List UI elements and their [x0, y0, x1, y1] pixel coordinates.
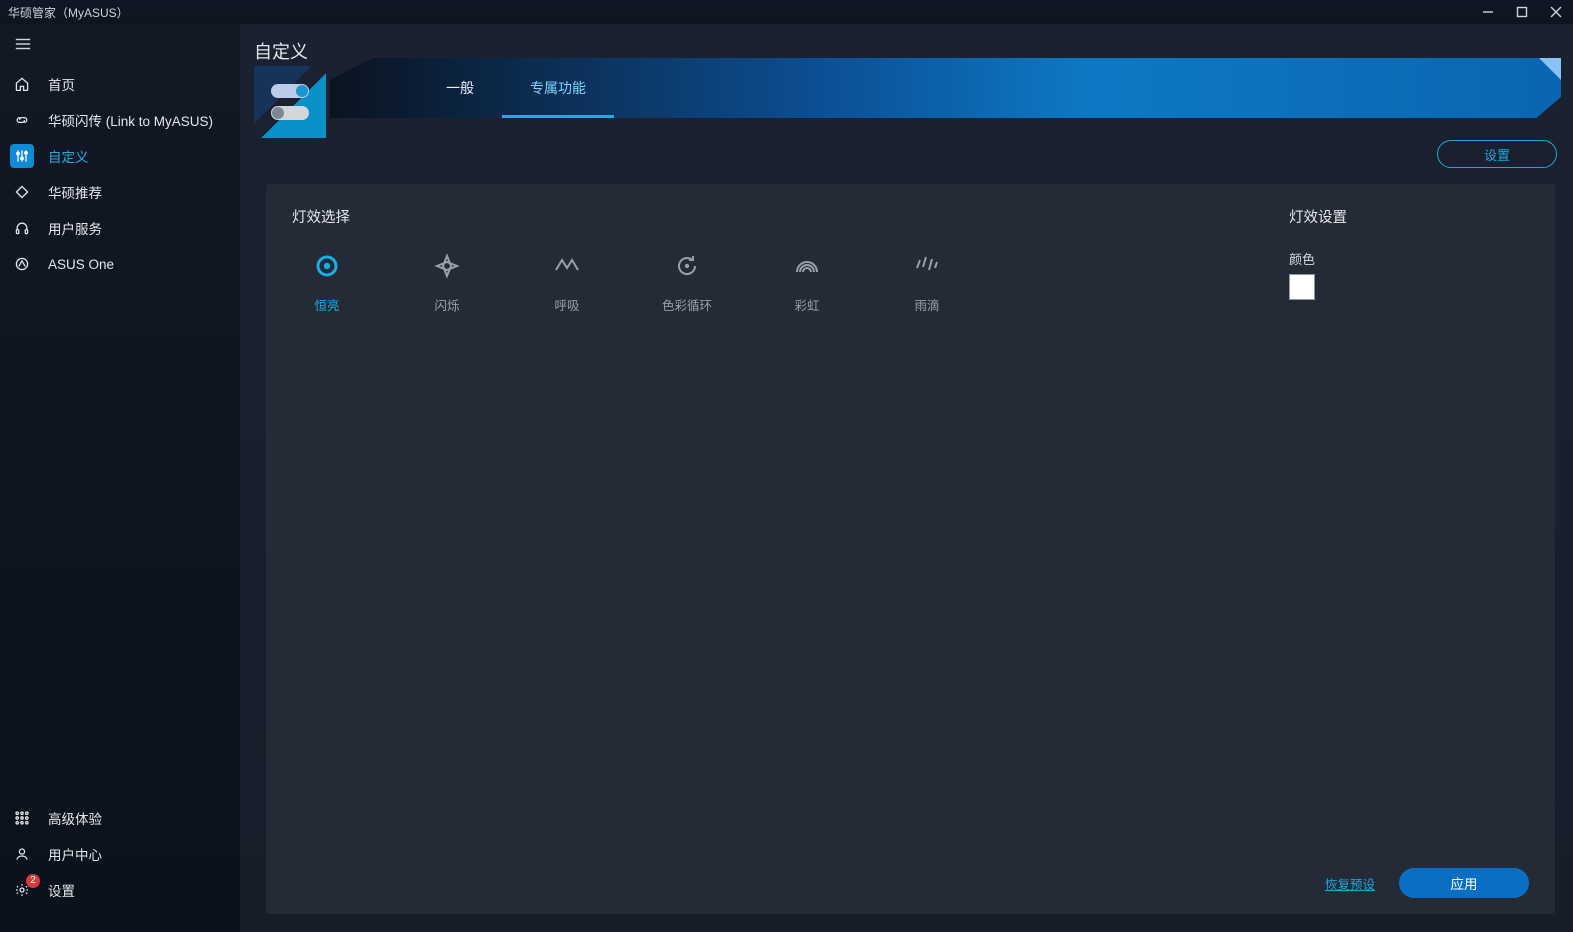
- grid-icon: [10, 806, 34, 830]
- effect-label: 雨滴: [914, 295, 939, 314]
- link-icon: [10, 108, 34, 132]
- effect-color-cycle[interactable]: 色彩循环: [652, 249, 722, 314]
- panel-body: 灯效选择 恒亮 闪烁 呼吸: [292, 206, 1529, 314]
- headset-icon: [10, 216, 34, 240]
- blink-icon: [430, 249, 464, 283]
- sidebar-item-link[interactable]: 华硕闪传 (Link to MyASUS): [0, 102, 240, 138]
- minimize-button[interactable]: [1471, 0, 1505, 24]
- sidebar-item-label: ASUS One: [48, 257, 114, 272]
- top-actions: 设置: [240, 124, 1573, 184]
- apply-button[interactable]: 应用: [1399, 868, 1529, 898]
- sidebar-item-label: 高级体验: [48, 808, 102, 828]
- settings-button[interactable]: 设置: [1437, 140, 1557, 168]
- sidebar-item-label: 首页: [48, 74, 75, 94]
- effect-label: 呼吸: [554, 295, 579, 314]
- effects-col: 灯效选择 恒亮 闪烁 呼吸: [292, 206, 1229, 314]
- tabs: 一般 专属功能: [418, 58, 614, 118]
- tag-icon: [10, 180, 34, 204]
- titlebar: 华硕管家（MyASUS）: [0, 0, 1573, 24]
- sidebar-item-support[interactable]: 用户服务: [0, 210, 240, 246]
- color-label: 颜色: [1289, 249, 1529, 268]
- effect-rainbow[interactable]: 彩虹: [772, 249, 842, 314]
- tab-general[interactable]: 一般: [418, 58, 502, 118]
- panel: 灯效选择 恒亮 闪烁 呼吸: [266, 184, 1555, 914]
- page-title: 自定义: [254, 38, 308, 64]
- sidebar-item-settings[interactable]: 2 设置: [0, 872, 240, 908]
- menu-toggle[interactable]: [0, 28, 240, 60]
- sidebar-item-label: 华硕闪传 (Link to MyASUS): [48, 110, 213, 130]
- static-icon: [310, 249, 344, 283]
- sidebar-item-customize[interactable]: 自定义: [0, 138, 240, 174]
- sidebar-item-label: 自定义: [48, 146, 89, 166]
- user-icon: [10, 842, 34, 866]
- main: 自定义 一般 专属功能 设置 灯效选择: [240, 24, 1573, 932]
- window-controls: [1471, 0, 1573, 24]
- effect-label: 色彩循环: [662, 295, 712, 314]
- customize-icon: [254, 66, 326, 138]
- app-title: 华硕管家（MyASUS）: [8, 4, 129, 21]
- effect-label: 彩虹: [794, 295, 819, 314]
- effects-grid: 恒亮 闪烁 呼吸 色彩循环: [292, 249, 1229, 314]
- rain-icon: [910, 249, 944, 283]
- effects-title: 灯效选择: [292, 206, 1229, 227]
- sidebar-item-recommend[interactable]: 华硕推荐: [0, 174, 240, 210]
- effect-breathe[interactable]: 呼吸: [532, 249, 602, 314]
- apply-label: 应用: [1451, 877, 1478, 892]
- sliders-icon: [10, 144, 34, 168]
- effect-label: 恒亮: [314, 295, 339, 314]
- reset-defaults-link[interactable]: 恢复预设: [1325, 874, 1375, 893]
- effect-settings-title: 灯效设置: [1289, 206, 1529, 227]
- sidebar-item-asusone[interactable]: ASUS One: [0, 246, 240, 282]
- maximize-button[interactable]: [1505, 0, 1539, 24]
- sidebar-bottom: 高级体验 用户中心 2 设置: [0, 800, 240, 932]
- cycle-icon: [670, 249, 704, 283]
- tab-label: 专属功能: [530, 78, 586, 98]
- sidebar-item-label: 华硕推荐: [48, 182, 102, 202]
- close-button[interactable]: [1539, 0, 1573, 24]
- effect-blink[interactable]: 闪烁: [412, 249, 482, 314]
- page-header: 自定义 一般 专属功能: [240, 24, 1573, 124]
- effect-rain[interactable]: 雨滴: [892, 249, 962, 314]
- toggle-on-icon: [271, 84, 309, 98]
- tab-exclusive[interactable]: 专属功能: [502, 58, 614, 118]
- panel-footer: 恢复预设 应用: [292, 858, 1529, 898]
- effect-settings-col: 灯效设置 颜色: [1289, 206, 1529, 314]
- settings-button-label: 设置: [1484, 145, 1510, 164]
- rainbow-icon: [790, 249, 824, 283]
- breathe-icon: [550, 249, 584, 283]
- toggle-off-icon: [271, 106, 309, 120]
- home-icon: [10, 72, 34, 96]
- sidebar-item-label: 设置: [48, 880, 75, 900]
- sidebar-nav: 首页 华硕闪传 (Link to MyASUS) 自定义 华硕推荐 用户服务 A…: [0, 66, 240, 282]
- sidebar-item-label: 用户服务: [48, 218, 102, 238]
- sidebar: 首页 华硕闪传 (Link to MyASUS) 自定义 华硕推荐 用户服务 A…: [0, 24, 240, 932]
- gear-icon: 2: [10, 878, 34, 902]
- sidebar-item-user[interactable]: 用户中心: [0, 836, 240, 872]
- effect-static[interactable]: 恒亮: [292, 249, 362, 314]
- asus-one-icon: [10, 252, 34, 276]
- reset-label: 恢复预设: [1325, 878, 1375, 892]
- settings-badge: 2: [26, 874, 40, 888]
- tab-banner: 一般 专属功能: [330, 58, 1561, 118]
- color-swatch[interactable]: [1289, 274, 1315, 300]
- sidebar-item-label: 用户中心: [48, 844, 102, 864]
- effect-label: 闪烁: [434, 295, 459, 314]
- tab-label: 一般: [446, 78, 474, 98]
- sidebar-item-home[interactable]: 首页: [0, 66, 240, 102]
- sidebar-item-advanced[interactable]: 高级体验: [0, 800, 240, 836]
- banner-corner: [1539, 58, 1561, 80]
